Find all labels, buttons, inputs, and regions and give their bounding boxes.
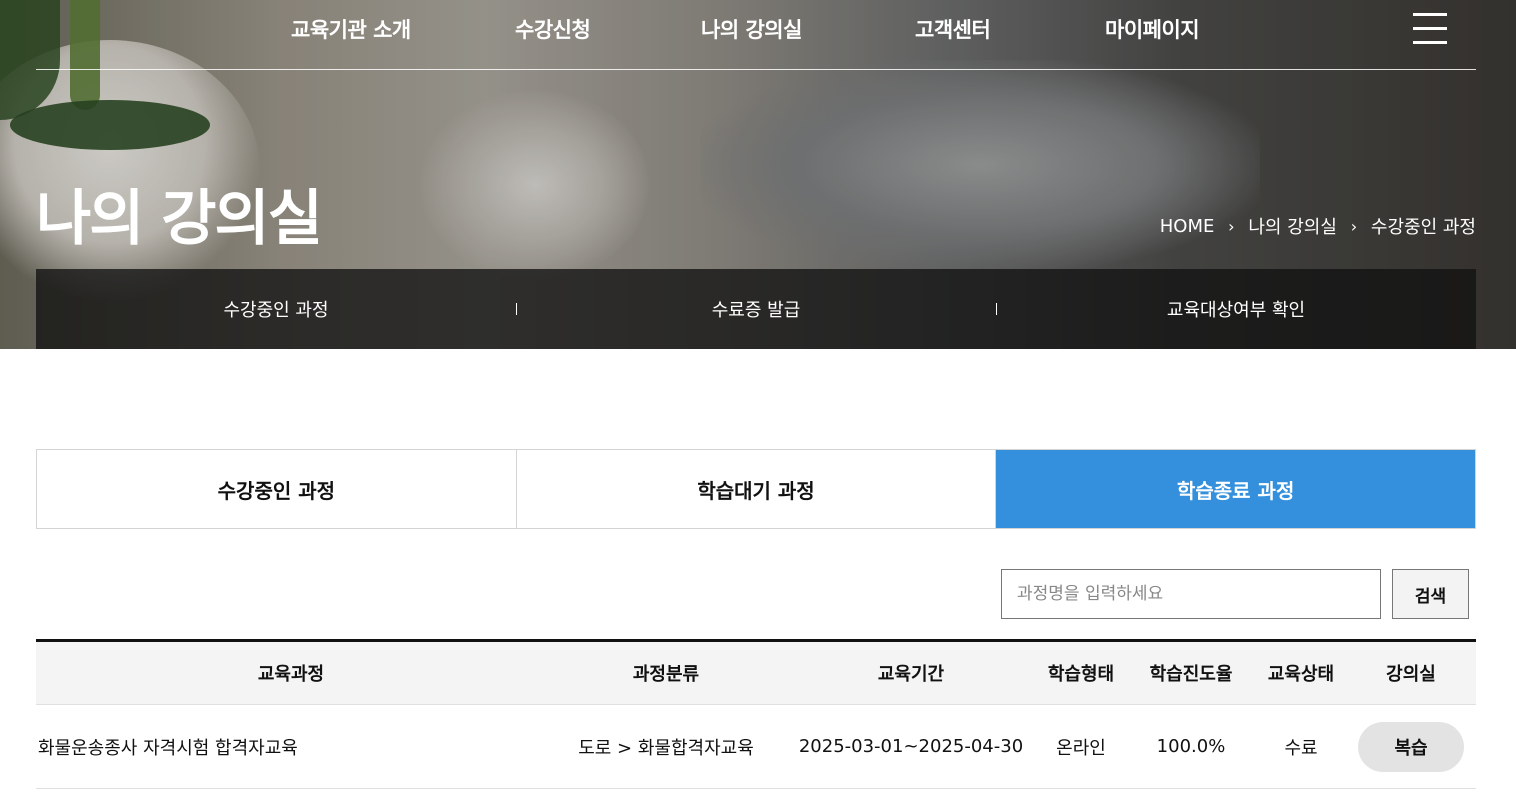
gnb-item-mypage[interactable]: 마이페이지 (1105, 14, 1200, 44)
tab-waiting[interactable]: 학습대기 과정 (515, 450, 996, 528)
page-title: 나의 강의실 (36, 184, 323, 254)
classroom-cell: 복습 (1346, 704, 1476, 789)
gnb-item-about[interactable]: 교육기관 소개 (291, 14, 411, 44)
chevron-right-icon: › (1350, 216, 1358, 236)
sub-nav: 수강중인 과정 수료증 발급 교육대상여부 확인 (36, 269, 1476, 349)
column-header: 교육상태 (1256, 639, 1346, 705)
column-header: 교육과정 (36, 639, 546, 705)
search-button[interactable]: 검색 (1392, 569, 1469, 619)
column-header: 학습진도율 (1126, 639, 1256, 705)
hero-banner: 교육기관 소개 수강신청 나의 강의실 고객센터 마이페이지 나의 강의실 HO… (0, 0, 1516, 349)
column-header: 과정분류 (546, 639, 786, 705)
subnav-item-eligibility[interactable]: 교육대상여부 확인 (996, 269, 1476, 349)
search-input[interactable] (1001, 569, 1381, 619)
column-header: 교육기간 (786, 639, 1036, 705)
column-header: 강의실 (1346, 639, 1476, 705)
course-status: 수료 (1256, 704, 1346, 789)
hamburger-menu-icon[interactable] (1413, 13, 1447, 45)
table-header-row: 교육과정 과정분류 교육기간 학습형태 학습진도율 교육상태 강의실 (36, 639, 1476, 705)
gnb-item-my-classroom[interactable]: 나의 강의실 (701, 14, 802, 44)
course-period: 2025-03-01~2025-04-30 (786, 704, 1036, 789)
course-category: 도로 > 화물합격자교육 (546, 704, 786, 789)
progress-rate: 100.0% (1126, 704, 1256, 789)
column-header: 학습형태 (1036, 639, 1126, 705)
breadcrumb-current[interactable]: 수강중인 과정 (1371, 213, 1476, 239)
course-tabs: 수강중인 과정 학습대기 과정 학습종료 과정 (36, 449, 1476, 529)
course-table: 교육과정 과정분류 교육기간 학습형태 학습진도율 교육상태 강의실 화물운송종… (36, 639, 1476, 789)
global-nav: 교육기관 소개 수강신청 나의 강의실 고객센터 마이페이지 (36, 0, 1476, 70)
review-button[interactable]: 복습 (1358, 721, 1464, 772)
table-row: 화물운송종사 자격시험 합격자교육 도로 > 화물합격자교육 2025-03-0… (36, 704, 1476, 789)
course-name: 화물운송종사 자격시험 합격자교육 (36, 704, 546, 789)
subnav-item-in-progress[interactable]: 수강중인 과정 (36, 269, 516, 349)
subnav-item-certificate[interactable]: 수료증 발급 (516, 269, 996, 349)
tab-in-progress[interactable]: 수강중인 과정 (37, 450, 516, 528)
breadcrumb-home[interactable]: HOME (1160, 216, 1215, 237)
breadcrumb-my-classroom[interactable]: 나의 강의실 (1248, 213, 1337, 239)
learning-type: 온라인 (1036, 704, 1126, 789)
gnb-item-enroll[interactable]: 수강신청 (515, 14, 591, 44)
chevron-right-icon: › (1228, 216, 1235, 236)
gnb-item-support[interactable]: 고객센터 (915, 14, 991, 44)
breadcrumb: HOME › 나의 강의실 › 수강중인 과정 (1160, 213, 1476, 239)
tab-completed[interactable]: 학습종료 과정 (995, 450, 1476, 528)
